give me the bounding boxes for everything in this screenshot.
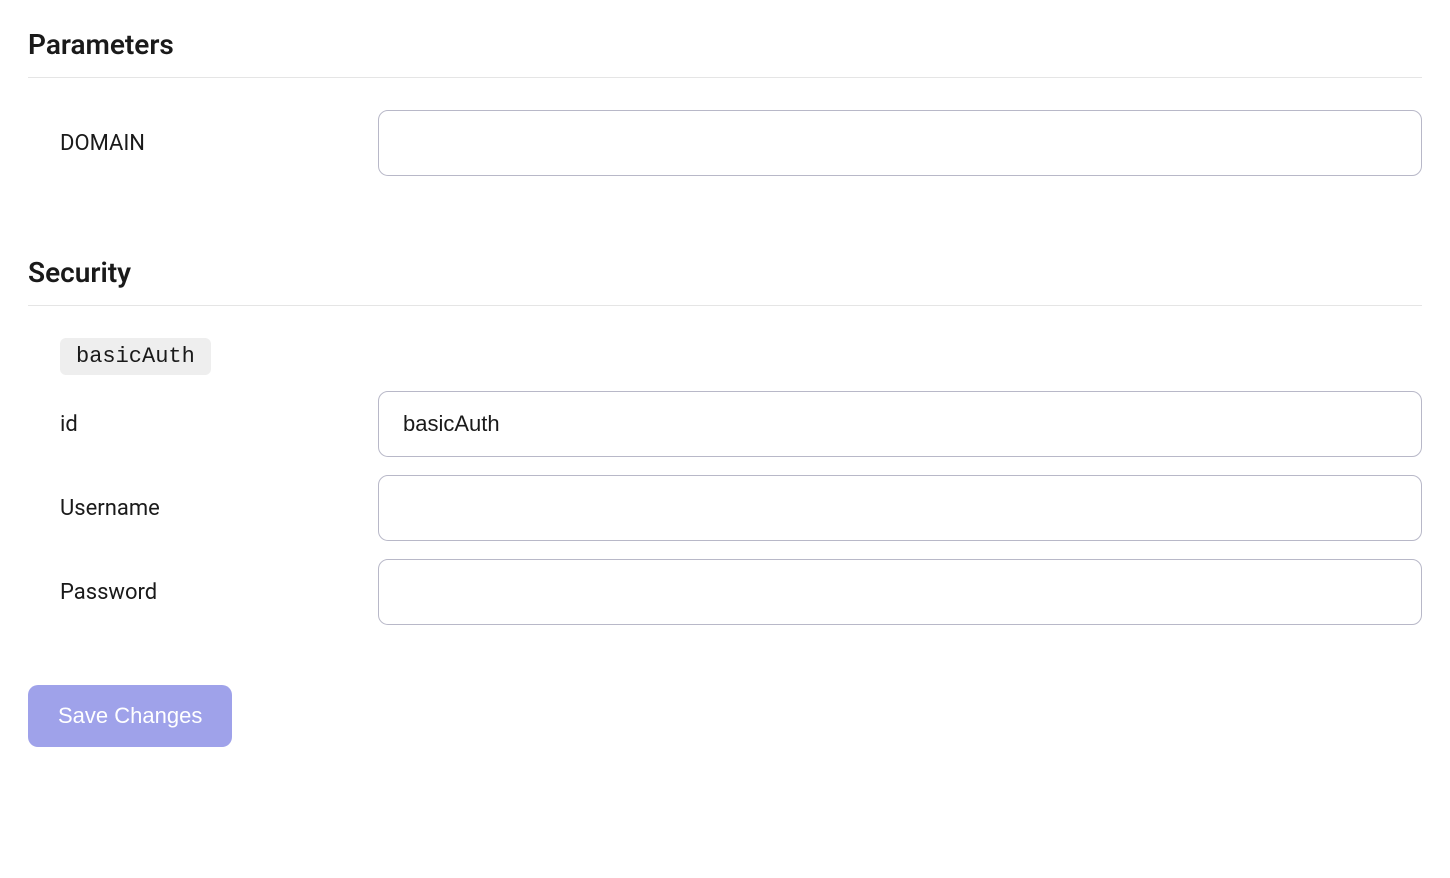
save-changes-button[interactable]: Save Changes bbox=[28, 685, 232, 747]
security-section: Security basicAuth id Username Password bbox=[28, 256, 1422, 625]
username-label: Username bbox=[28, 496, 378, 521]
id-label: id bbox=[28, 412, 378, 437]
id-input[interactable] bbox=[378, 391, 1422, 457]
security-divider bbox=[28, 305, 1422, 306]
password-input[interactable] bbox=[378, 559, 1422, 625]
domain-input[interactable] bbox=[378, 110, 1422, 176]
domain-label: DOMAIN bbox=[28, 131, 378, 156]
security-heading: Security bbox=[28, 256, 1422, 289]
parameters-divider bbox=[28, 77, 1422, 78]
parameters-section: Parameters DOMAIN bbox=[28, 28, 1422, 176]
password-field-row: Password bbox=[28, 559, 1422, 625]
security-fields: id Username Password bbox=[28, 391, 1422, 625]
username-input[interactable] bbox=[378, 475, 1422, 541]
auth-type-badge: basicAuth bbox=[60, 338, 211, 375]
domain-field-row: DOMAIN bbox=[28, 110, 1422, 176]
id-field-row: id bbox=[28, 391, 1422, 457]
parameters-heading: Parameters bbox=[28, 28, 1422, 61]
username-field-row: Username bbox=[28, 475, 1422, 541]
password-label: Password bbox=[28, 580, 378, 605]
